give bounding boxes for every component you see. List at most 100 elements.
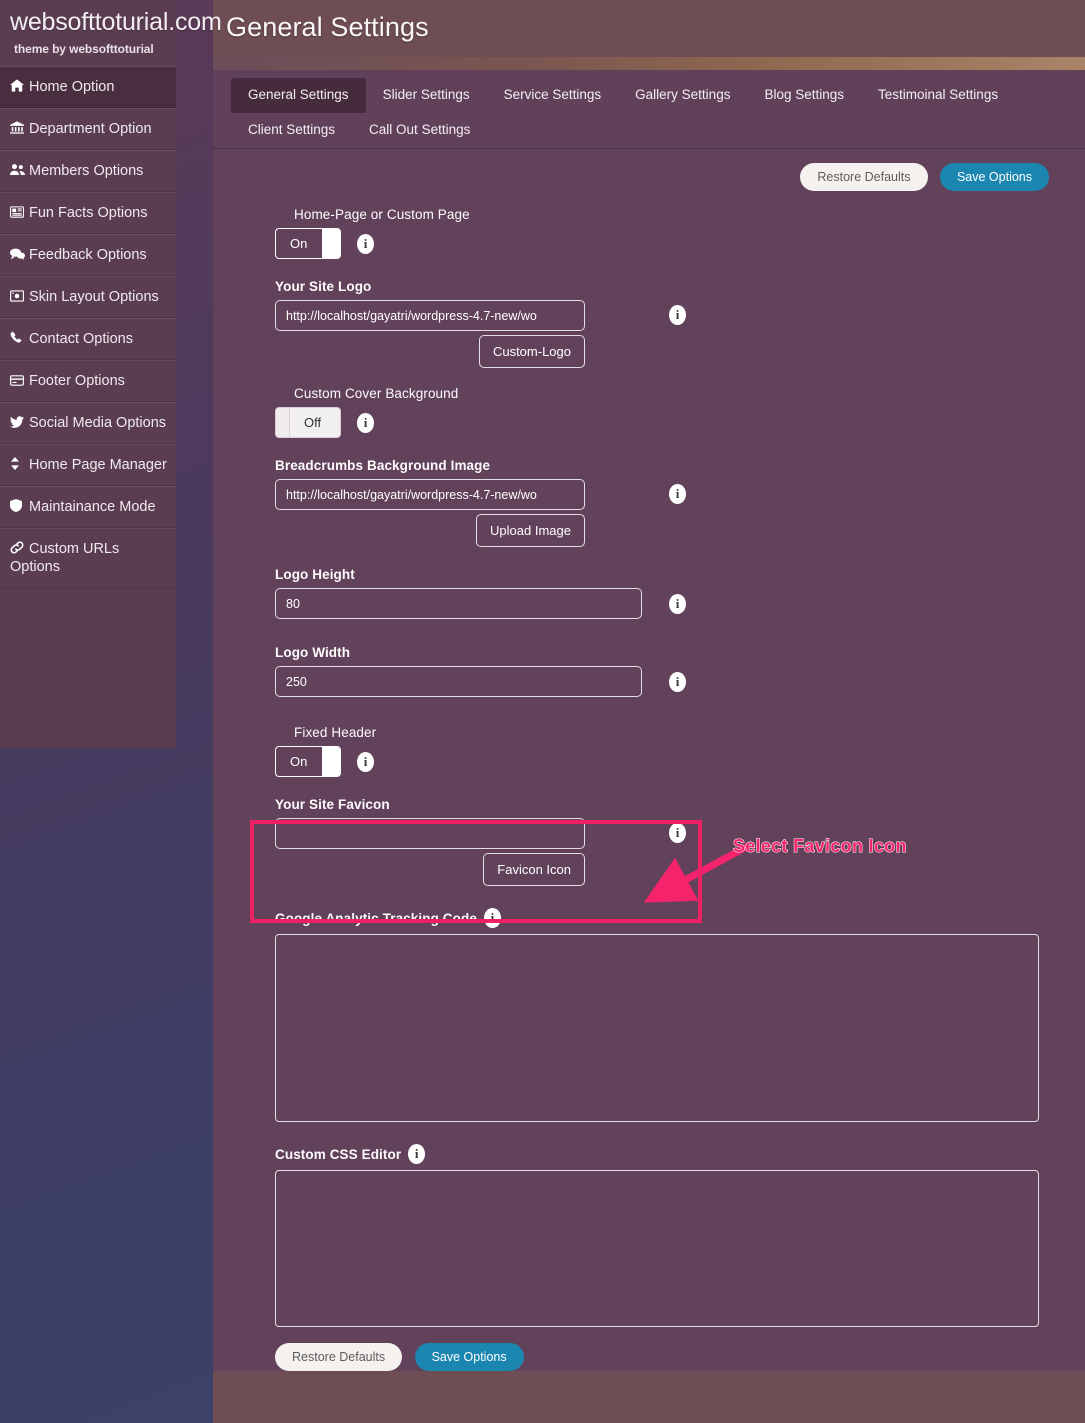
info-icon-site-favicon[interactable]: i <box>669 823 686 843</box>
site-favicon-input[interactable] <box>275 818 585 849</box>
save-options-button-bottom[interactable]: Save Options <box>414 1343 524 1371</box>
sidebar-item-department-option[interactable]: Department Option <box>0 108 176 150</box>
sidebar-item-label: Fun Facts Options <box>29 205 148 221</box>
accent-bar <box>213 57 1085 70</box>
tab-client-settings[interactable]: Client Settings <box>231 113 352 148</box>
users-icon <box>10 162 29 180</box>
upload-image-button[interactable]: Upload Image <box>476 514 585 547</box>
sidebar-brand: websofttoturial.com theme by websofttotu… <box>0 0 222 56</box>
field-logo-width: Logo Width i <box>213 645 1085 697</box>
tab-general-settings[interactable]: General Settings <box>231 78 366 113</box>
settings-panel: Restore Defaults Save Options Home-Page … <box>213 149 1085 1371</box>
sidebar-item-feedback-options[interactable]: Feedback Options <box>0 234 176 276</box>
sidebar-item-fun-facts-options[interactable]: Fun Facts Options <box>0 192 176 234</box>
custom-logo-button[interactable]: Custom-Logo <box>478 335 585 368</box>
tab-call-out-settings[interactable]: Call Out Settings <box>352 113 487 148</box>
annotation-label: Select Favicon Icon <box>733 836 907 857</box>
info-icon-fixed-header[interactable]: i <box>357 751 374 772</box>
field-site-logo: Your Site Logo Custom-Logo i <box>213 279 1085 368</box>
newspaper-icon <box>10 204 29 222</box>
info-icon-custom-css[interactable]: i <box>408 1144 426 1164</box>
field-breadcrumbs-background: Breadcrumbs Background Image Upload Imag… <box>213 458 1085 547</box>
field-label-analytics: Google Analytic Tracking Code i <box>275 908 1085 928</box>
restore-defaults-button-bottom[interactable]: Restore Defaults <box>275 1343 403 1371</box>
main-content: General Settings General Settings Slider … <box>213 0 1085 1423</box>
credit-card-icon <box>10 372 29 390</box>
toggle-cover-background[interactable]: Off <box>275 407 341 438</box>
twitter-icon <box>10 414 29 432</box>
sort-icon <box>10 456 29 474</box>
toggle-cover-background-state: Off <box>304 415 322 430</box>
sidebar-item-custom-urls-options[interactable]: Custom URLs Options <box>0 528 176 588</box>
sidebar-item-label: Home Option <box>29 79 115 95</box>
toggle-fixed-header-state: On <box>290 754 308 769</box>
field-label-cover-background: Custom Cover Background <box>294 386 459 401</box>
breadcrumbs-background-input[interactable] <box>275 479 585 510</box>
logo-width-input[interactable] <box>275 666 642 697</box>
field-label-home-page: Home-Page or Custom Page <box>294 207 470 222</box>
sidebar-item-label: Members Options <box>29 163 144 179</box>
info-icon-analytics[interactable]: i <box>483 908 501 928</box>
sidebar-item-skin-layout-options[interactable]: Skin Layout Options <box>0 276 176 318</box>
custom-css-textarea[interactable] <box>275 1170 1039 1327</box>
sidebar-item-label: Home Page Manager <box>29 457 167 473</box>
tab-blog-settings[interactable]: Blog Settings <box>747 78 861 113</box>
field-label-logo-width: Logo Width <box>275 645 351 660</box>
tab-service-settings[interactable]: Service Settings <box>487 78 619 113</box>
field-label-breadcrumbs-background: Breadcrumbs Background Image <box>275 458 491 473</box>
field-fixed-header: Fixed Header On i <box>213 725 1085 777</box>
tab-row-secondary: Client Settings Call Out Settings <box>231 113 1085 148</box>
sidebar-item-footer-options[interactable]: Footer Options <box>0 360 176 402</box>
save-options-button-top[interactable]: Save Options <box>939 163 1049 191</box>
field-label-fixed-header: Fixed Header <box>294 725 377 740</box>
sidebar-item-contact-options[interactable]: Contact Options <box>0 318 176 360</box>
tab-row-primary: General Settings Slider Settings Service S… <box>231 78 1085 113</box>
page-title: General Settings <box>226 12 429 42</box>
field-cover-background: Custom Cover Background Off i <box>213 386 1085 438</box>
analytics-textarea[interactable] <box>275 934 1039 1122</box>
info-icon-site-logo[interactable]: i <box>669 305 686 325</box>
toggle-home-page-state: On <box>290 236 308 251</box>
info-icon-cover-background[interactable]: i <box>357 412 374 433</box>
toggle-home-page[interactable]: On <box>275 228 341 259</box>
sidebar-item-label: Department Option <box>29 121 152 137</box>
sidebar-item-label: Feedback Options <box>29 247 147 263</box>
info-icon-logo-width[interactable]: i <box>669 671 686 692</box>
sidebar: websofttoturial.com theme by websofttotu… <box>0 0 222 748</box>
favicon-icon-button[interactable]: Favicon Icon <box>483 853 585 886</box>
sidebar-item-maintainance-mode[interactable]: Maintainance Mode <box>0 486 176 528</box>
sidebar-item-members-options[interactable]: Members Options <box>0 150 176 192</box>
sidebar-item-social-media-options[interactable]: Social Media Options <box>0 402 176 444</box>
field-label-logo-height: Logo Height <box>275 567 355 582</box>
analytics-label-text: Google Analytic Tracking Code <box>275 910 477 926</box>
info-icon-breadcrumbs-background[interactable]: i <box>669 484 686 504</box>
sidebar-item-home-option[interactable]: Home Option <box>0 66 176 108</box>
site-subtitle: theme by websofttoturial <box>14 42 154 56</box>
field-home-page: Home-Page or Custom Page On i <box>213 207 1085 259</box>
site-logo-input[interactable] <box>275 300 585 331</box>
tab-slider-settings[interactable]: Slider Settings <box>366 78 487 113</box>
tab-gallery-settings[interactable]: Gallery Settings <box>618 78 747 113</box>
image-icon <box>10 288 29 306</box>
bank-icon <box>10 120 29 138</box>
sidebar-item-label: Skin Layout Options <box>29 289 159 305</box>
toggle-knob <box>276 408 290 437</box>
bottom-button-row: Restore Defaults Save Options <box>213 1343 1085 1371</box>
page-header: General Settings <box>213 0 1085 57</box>
comments-icon <box>10 246 29 264</box>
restore-defaults-button-top[interactable]: Restore Defaults <box>800 163 928 191</box>
sidebar-item-home-page-manager[interactable]: Home Page Manager <box>0 444 176 486</box>
tab-testimoinal-settings[interactable]: Testimoinal Settings <box>861 78 1015 113</box>
field-custom-css: Custom CSS Editor i <box>213 1144 1085 1327</box>
tab-bar: General Settings Slider Settings Service S… <box>213 70 1085 149</box>
sidebar-item-label: Social Media Options <box>29 415 167 431</box>
link-icon <box>10 540 29 558</box>
logo-height-input[interactable] <box>275 588 642 619</box>
field-logo-height: Logo Height i <box>213 567 1085 619</box>
top-button-row: Restore Defaults Save Options <box>213 163 1085 203</box>
toggle-fixed-header[interactable]: On <box>275 746 341 777</box>
info-icon-logo-height[interactable]: i <box>669 593 686 614</box>
home-icon <box>10 78 29 96</box>
sidebar-item-label: Footer Options <box>29 373 125 389</box>
info-icon-home-page[interactable]: i <box>357 233 374 254</box>
